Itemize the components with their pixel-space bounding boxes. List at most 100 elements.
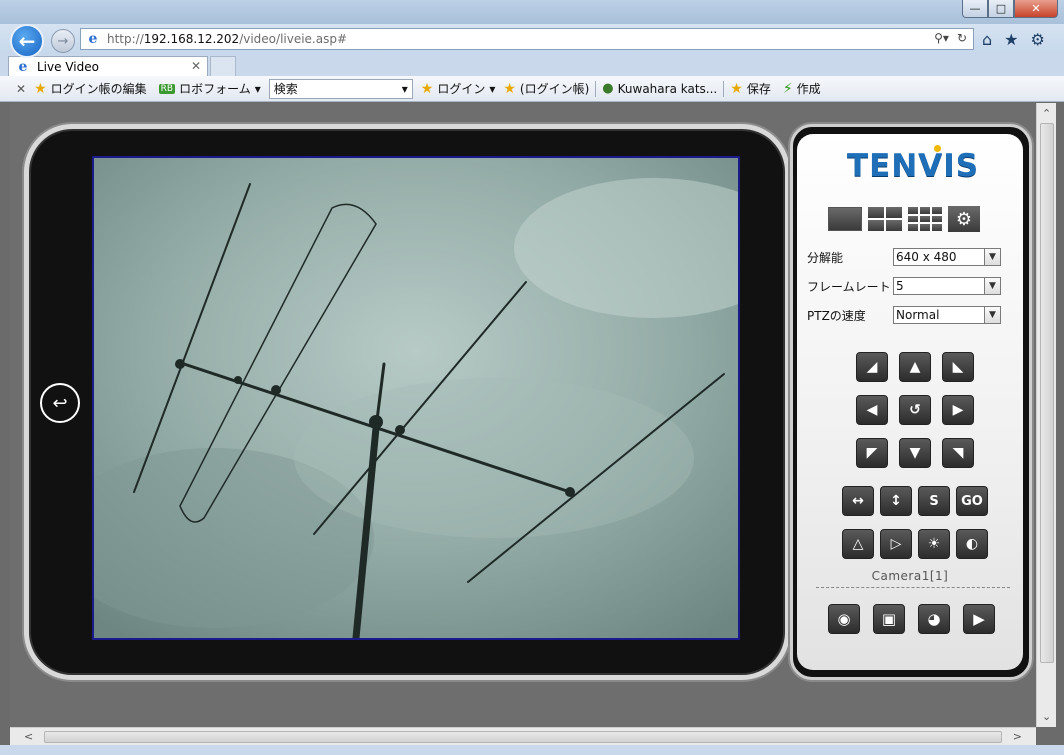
tab-close-icon[interactable]: ✕ [191,59,201,73]
url-text[interactable]: http://192.168.12.202/video/liveie.asp# [107,32,347,46]
horizontal-patrol-button[interactable]: ↔ [842,486,874,516]
ptz-up-right-button[interactable]: ◣ [942,352,974,382]
gear-icon[interactable]: ⚙ [948,206,980,232]
gear-icon[interactable]: ⚙ [1031,30,1045,49]
star-icon[interactable]: ★ [1004,30,1018,49]
address-bar[interactable]: e http://192.168.12.202/video/liveie.asp… [80,28,974,50]
ie-page-icon: e [88,31,98,47]
resolution-value: 640 x 480 [896,250,957,264]
address-tools: ⚲▾ ↻ [934,31,967,45]
window-controls: — □ ✕ [962,0,1058,18]
refresh-icon[interactable]: ↻ [957,31,967,45]
user-icon: ● [602,81,614,96]
single-view-button[interactable] [828,207,862,231]
back-button[interactable]: ← [10,24,44,58]
ptz-center-button[interactable]: ↺ [899,395,931,425]
brightness-button[interactable]: ☀ [918,529,950,559]
ptz-left-button[interactable]: ◀ [856,395,888,425]
fav-login[interactable]: ★ ログイン ▾ [421,80,496,97]
roboform-icon: RB [158,83,176,94]
ptz-up-button[interactable]: ▲ [899,352,931,382]
chevron-down-icon: ▼ [984,307,1000,323]
chevron-right-icon[interactable]: > [1013,730,1022,743]
scroll-thumb[interactable] [1040,123,1054,663]
chevron-down-icon: ▼ [984,249,1000,265]
maximize-icon[interactable]: □ [988,0,1014,18]
chevron-down-icon: ▾ [401,81,408,96]
fav-label: ログイン [437,82,486,96]
set-preset-button[interactable]: S [918,486,950,516]
search-icon[interactable]: ⚲▾ [934,31,949,45]
search-input[interactable]: 検索 ▾ [268,78,413,99]
webcam-icon: ◉ [837,610,851,628]
arrow-down-icon: ▼ [909,445,921,461]
flip-vertical-icon: △ [852,536,864,552]
ptz-down-left-button[interactable]: ◤ [856,438,888,468]
url-path: /video/liveie.asp# [239,32,348,46]
snapshot-button[interactable]: ◕ [918,604,950,634]
tab-live-video[interactable]: e Live Video ✕ [8,56,208,76]
back-home-button[interactable]: ↩ [40,383,80,423]
ptz-down-right-button[interactable]: ◥ [942,438,974,468]
horizontal-scrollbar[interactable]: < > [10,727,1036,745]
framerate-select[interactable]: 5 ▼ [893,277,1001,295]
chevron-down-icon[interactable]: ⌄ [1042,710,1051,723]
contrast-button[interactable]: ◐ [956,529,988,559]
resolution-select[interactable]: 640 x 480 ▼ [893,248,1001,266]
chevron-up-icon[interactable]: ⌃ [1042,107,1051,120]
go-preset-button[interactable]: GO [956,486,988,516]
fav-create[interactable]: ⚡ 作成 [783,80,821,97]
camera-icon: ◕ [927,610,941,628]
record-button[interactable]: ▶ [963,604,995,634]
ptz-right-button[interactable]: ▶ [942,395,974,425]
quad-view-button[interactable] [868,207,902,231]
fav-label: (ログイン帳) [519,82,590,96]
nine-view-button[interactable] [908,207,942,231]
tab-page-icon: e [18,58,28,75]
monitor-button[interactable]: ▣ [873,604,905,634]
fav-kuwahara[interactable]: ● Kuwahara kats... [602,81,717,96]
fav-roboform[interactable]: RB ロボフォーム ▾ [158,80,261,97]
framerate-value: 5 [896,279,904,293]
window-titlebar: — □ ✕ [0,0,1064,24]
star-icon: ★ [420,80,434,97]
fav-login-book[interactable]: ★ (ログイン帳) [503,80,589,97]
fav-label: ログイン帳の編集 [50,82,147,96]
flip-vertical-button[interactable]: △ [842,529,874,559]
ptz-speed-select[interactable]: Normal ▼ [893,306,1001,324]
close-toolbar-icon[interactable]: ✕ [16,82,26,96]
forward-button[interactable]: → [51,29,75,53]
mirror-button[interactable]: ▷ [880,529,912,559]
favorites-bar: ✕ ★ ログイン帳の編集 RB ロボフォーム ▾ 検索 ▾ ★ ログイン ▾ ★ (ログイン帳… [0,76,1064,102]
framerate-label: フレームレート [807,279,891,294]
resolution-row: 分解能 640 x 480 ▼ [807,248,1003,266]
fav-edit-login[interactable]: ★ ログイン帳の編集 [34,80,147,97]
minimize-icon[interactable]: — [962,0,988,18]
ptz-down-button[interactable]: ▼ [899,438,931,468]
arrow-down-right-icon: ◥ [952,445,964,461]
home-icon[interactable]: ⌂ [982,30,992,49]
listen-button[interactable]: ◉ [828,604,860,634]
tab-title: Live Video [37,59,99,74]
rotate-icon: ↺ [909,402,921,418]
scroll-thumb[interactable] [44,731,1002,743]
close-window-icon[interactable]: ✕ [1014,0,1058,18]
arrow-up-icon: ▲ [909,359,921,375]
vertical-scrollbar[interactable]: ⌃ ⌄ [1036,103,1056,727]
divider [723,80,725,97]
fav-save[interactable]: ★ 保存 [730,80,771,97]
contrast-icon: ◐ [965,536,979,552]
arrow-up-right-icon: ◣ [952,359,964,375]
ptz-up-left-button[interactable]: ◢ [856,352,888,382]
chevron-left-icon[interactable]: < [24,730,33,743]
vertical-arrows-icon: ↕ [890,493,902,509]
vertical-patrol-button[interactable]: ↕ [880,486,912,516]
new-tab-button[interactable] [210,56,236,76]
ptz-speed-label: PTZの速度 [807,308,866,323]
chevron-down-icon: ▾ [489,81,496,96]
framerate-row: フレームレート 5 ▼ [807,277,1003,295]
live-video-view[interactable] [92,156,740,640]
fav-label: 保存 [746,82,771,96]
arrow-right-icon: ▶ [952,402,964,418]
search-label: 検索 [273,82,298,96]
